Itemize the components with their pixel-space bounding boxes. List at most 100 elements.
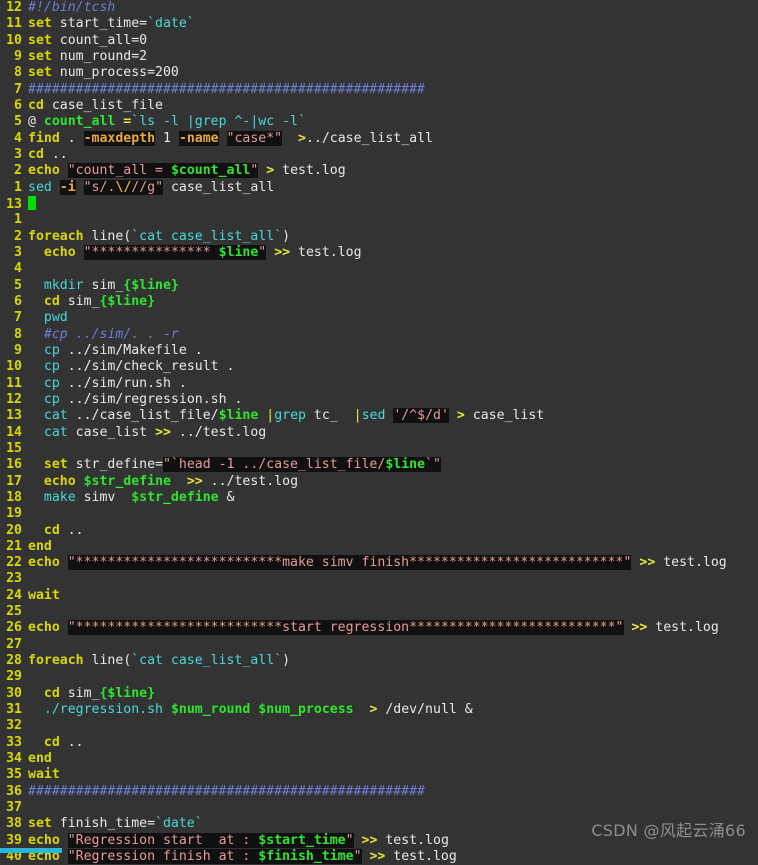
code-line[interactable]: 8 set num_process=200 [0, 65, 758, 81]
code-line-content[interactable]: sed -i "s/.\///g" case_list_all [28, 179, 758, 196]
code-line-content[interactable]: cat case_list >> ../test.log [28, 425, 758, 441]
code-line[interactable]: 25 [0, 604, 758, 620]
code-line[interactable]: 10 cp ../sim/check_result . [0, 359, 758, 375]
code-line[interactable]: 13 [0, 195, 758, 213]
code-line[interactable]: 4 find . -maxdepth 1 -name "case*" >../ca… [0, 130, 758, 147]
code-line-content[interactable]: end [28, 539, 758, 555]
code-line-content[interactable]: foreach line(`cat case_list_all`) [28, 653, 758, 669]
code-line[interactable]: 10 set count_all=0 [0, 33, 758, 49]
code-line[interactable]: 20 cd .. [0, 523, 758, 539]
code-line[interactable]: 39 echo "Regression start at : $start_tim… [0, 832, 758, 849]
code-line[interactable]: 11 set start_time=`date` [0, 16, 758, 32]
code-line-content[interactable]: wait [28, 588, 758, 604]
code-line[interactable]: 6 cd sim_{$line} [0, 294, 758, 310]
code-line-content[interactable]: echo "Regression start at : $start_time"… [28, 832, 758, 849]
code-line-content[interactable]: set start_time=`date` [28, 16, 758, 32]
code-line[interactable]: 37 [0, 800, 758, 816]
code-line[interactable]: 1 [0, 212, 758, 228]
code-line[interactable]: 12 cp ../sim/regression.sh . [0, 392, 758, 408]
code-line-content[interactable]: end [28, 751, 758, 767]
code-line[interactable]: 35 wait [0, 767, 758, 783]
code-line-content[interactable]: echo $str_define >> ../test.log [28, 474, 758, 490]
code-line-content[interactable]: find . -maxdepth 1 -name "case*" >../cas… [28, 130, 758, 147]
code-line-content[interactable]: #cp ../sim/. . -r [28, 327, 758, 343]
code-line-content[interactable]: @ count_all =`ls -l |grep ^-|wc -l` [28, 114, 758, 130]
code-line-content[interactable]: echo "**************************start re… [28, 620, 758, 636]
code-line[interactable]: 1 sed -i "s/.\///g" case_list_all [0, 179, 758, 196]
code-line[interactable]: 6 cd case_list_file [0, 98, 758, 114]
code-line-content[interactable]: echo "**************************make sim… [28, 555, 758, 571]
code-line-content[interactable]: set finish_time=`date` [28, 816, 758, 832]
code-line-content[interactable]: set num_process=200 [28, 65, 758, 81]
code-line-content[interactable]: echo "count_all = $count_all" > test.log [28, 163, 758, 179]
code-line[interactable]: 2 echo "count_all = $count_all" > test.lo… [0, 163, 758, 179]
code-line[interactable]: 22 echo "**************************make s… [0, 555, 758, 571]
code-line-content[interactable] [28, 195, 758, 213]
code-line-content[interactable]: make simv $str_define & [28, 490, 758, 506]
code-line[interactable]: 27 [0, 637, 758, 653]
code-line[interactable]: 3 echo "*************** $line" >> test.l… [0, 244, 758, 261]
code-line-content[interactable]: ########################################… [28, 784, 758, 800]
code-line[interactable]: 4 [0, 261, 758, 277]
code-line[interactable]: 18 make simv $str_define & [0, 490, 758, 506]
code-line[interactable]: 36 ######################################… [0, 784, 758, 800]
code-line[interactable]: 34 end [0, 751, 758, 767]
code-line-content[interactable]: wait [28, 767, 758, 783]
code-line-content[interactable]: cd .. [28, 147, 758, 163]
code-line[interactable]: 33 cd .. [0, 735, 758, 751]
code-line[interactable]: 31 ./regression.sh $num_round $num_proce… [0, 702, 758, 718]
code-line-content[interactable]: mkdir sim_{$line} [28, 278, 758, 294]
code-line-content[interactable]: cd .. [28, 523, 758, 539]
code-line[interactable]: 12 #!/bin/tcsh [0, 0, 758, 16]
code-line-content[interactable]: cat ../case_list_file/$line |grep tc_ |s… [28, 408, 758, 424]
code-line-content[interactable]: cp ../sim/regression.sh . [28, 392, 758, 408]
code-line[interactable]: 2 foreach line(`cat case_list_all`) [0, 229, 758, 245]
code-line[interactable]: 28 foreach line(`cat case_list_all`) [0, 653, 758, 669]
code-line-content[interactable]: cd sim_{$line} [28, 294, 758, 310]
code-line[interactable]: 7 pwd [0, 310, 758, 326]
code-line[interactable]: 40 echo "Regression finish at : $finish_t… [0, 849, 758, 865]
code-line[interactable]: 38 set finish_time=`date` [0, 816, 758, 832]
code-line-content[interactable]: set str_define="`head -1 ../case_list_fi… [28, 457, 758, 473]
code-line[interactable]: 19 [0, 506, 758, 522]
line-number: 6 [14, 97, 22, 113]
code-line-content[interactable]: ./regression.sh $num_round $num_process … [28, 702, 758, 718]
code-line-content[interactable]: cd case_list_file [28, 98, 758, 114]
code-line[interactable]: 8 #cp ../sim/. . -r [0, 327, 758, 343]
code-line[interactable]: 17 echo $str_define >> ../test.log [0, 474, 758, 490]
code-line[interactable]: 9 set num_round=2 [0, 49, 758, 65]
code-line[interactable]: 26 echo "**************************start … [0, 620, 758, 636]
code-line[interactable]: 7 #######################################… [0, 82, 758, 98]
code-lines-container[interactable]: 12 #!/bin/tcsh 11 set start_time=`date` 10 se… [0, 0, 758, 865]
code-line-content[interactable]: cd .. [28, 735, 758, 751]
code-line-content[interactable]: cd sim_{$line} [28, 686, 758, 702]
code-line[interactable]: 29 [0, 669, 758, 685]
code-line[interactable]: 23 [0, 571, 758, 587]
code-line[interactable]: 11 cp ../sim/run.sh . [0, 376, 758, 392]
code-line[interactable]: 15 [0, 441, 758, 457]
code-line[interactable]: 14 cat case_list >> ../test.log [0, 425, 758, 441]
code-line[interactable]: 16 set str_define="`head -1 ../case_list… [0, 457, 758, 473]
code-line-content[interactable]: foreach line(`cat case_list_all`) [28, 229, 758, 245]
code-line-content[interactable]: cp ../sim/check_result . [28, 359, 758, 375]
code-line-content[interactable]: cp ../sim/run.sh . [28, 376, 758, 392]
code-line-content[interactable]: pwd [28, 310, 758, 326]
code-line[interactable]: 3 cd .. [0, 147, 758, 163]
code-line[interactable]: 5 @ count_all =`ls -l |grep ^-|wc -l` [0, 114, 758, 130]
code-line[interactable]: 32 [0, 718, 758, 734]
code-editor-pane[interactable]: 12 #!/bin/tcsh 11 set start_time=`date` 10 se… [0, 0, 758, 865]
code-line-content[interactable]: echo "*************** $line" >> test.log [28, 244, 758, 261]
code-line[interactable]: 5 mkdir sim_{$line} [0, 278, 758, 294]
code-line-content[interactable]: ########################################… [28, 82, 758, 98]
code-line[interactable]: 9 cp ../sim/Makefile . [0, 343, 758, 359]
code-line[interactable]: 13 cat ../case_list_file/$line |grep tc_… [0, 408, 758, 424]
code-line[interactable]: 21 end [0, 539, 758, 555]
code-line-content[interactable]: cp ../sim/Makefile . [28, 343, 758, 359]
code-line[interactable]: 30 cd sim_{$line} [0, 686, 758, 702]
code-line-content[interactable]: echo "Regression finish at : $finish_tim… [28, 849, 758, 865]
code-line-content[interactable]: #!/bin/tcsh [28, 0, 758, 16]
code-line-content[interactable]: set count_all=0 [28, 33, 758, 49]
code-line-content[interactable]: set num_round=2 [28, 49, 758, 65]
code-line[interactable]: 24 wait [0, 588, 758, 604]
